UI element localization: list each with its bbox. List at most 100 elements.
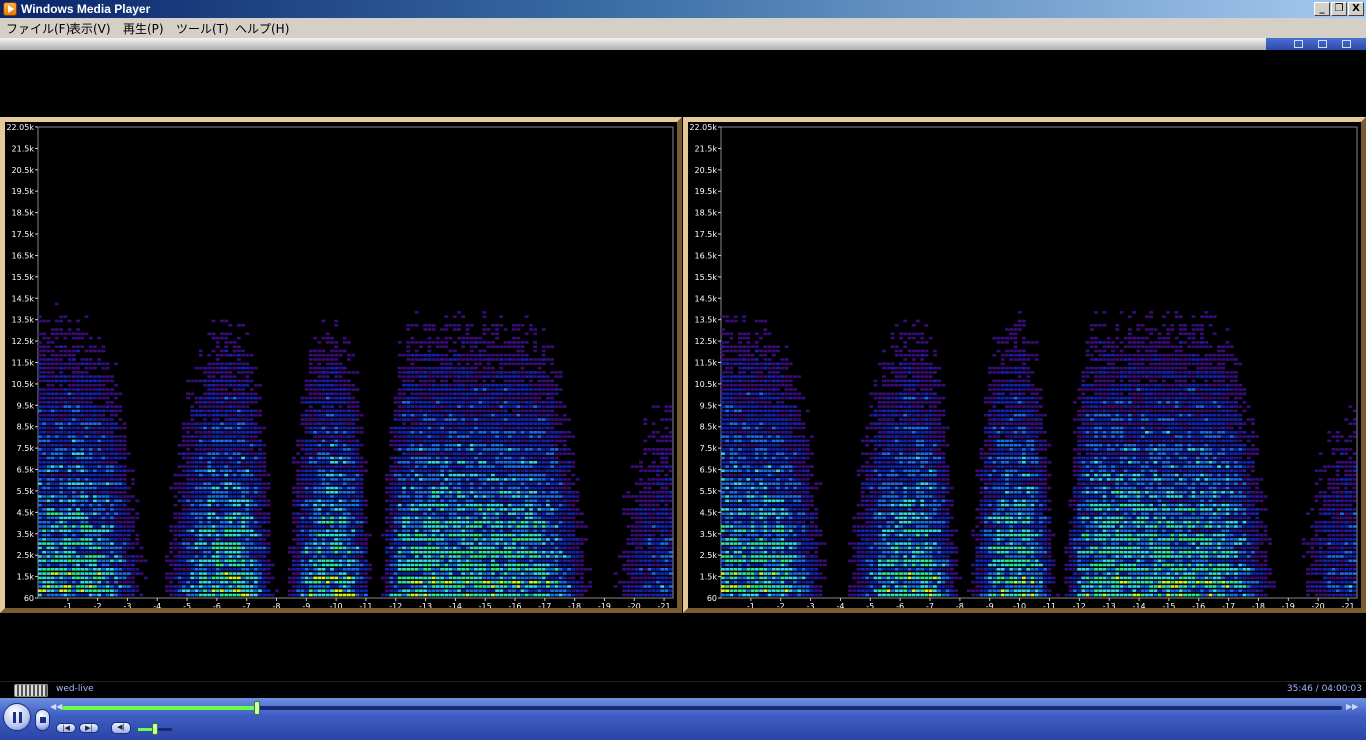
x-tick-label: -18 (1252, 602, 1265, 608)
x-tick-label: -3 (807, 602, 815, 608)
y-tick-label: 19.5k (695, 187, 718, 196)
seek-bar[interactable] (62, 701, 1342, 715)
menu-play[interactable]: 再生(P) (123, 20, 164, 37)
y-tick-label: 2.5k (700, 551, 718, 560)
x-tick-label: -4 (836, 602, 844, 608)
y-tick-label: 4.5k (700, 508, 718, 517)
x-tick-label: -6 (213, 602, 221, 608)
close-button[interactable]: X (1348, 2, 1364, 16)
y-tick-label: 7.5k (17, 444, 35, 453)
playback-controls: ◀◀ ▶▶ |◀ ▶| ◀| (0, 698, 1366, 740)
x-tick-label: -19 (598, 602, 611, 608)
y-tick-label: 18.5k (695, 209, 718, 218)
next-button[interactable]: ▶| (79, 723, 99, 733)
compact-mode-icon[interactable] (1318, 40, 1327, 48)
pause-button[interactable] (3, 703, 31, 731)
seek-progress (62, 706, 257, 710)
x-tick-label: -9 (986, 602, 994, 608)
x-tick-label: -9 (302, 602, 310, 608)
x-tick-label: -20 (628, 602, 641, 608)
volume-slider[interactable] (138, 723, 172, 735)
y-tick-label: 6.5k (700, 466, 718, 475)
y-tick-label: 21.5k (12, 144, 35, 153)
seek-back-icon: ◀◀ (50, 702, 63, 711)
seek-thumb[interactable] (253, 701, 260, 715)
x-tick-label: -7 (243, 602, 251, 608)
y-tick-label: 12.5k (695, 337, 718, 346)
menu-tools[interactable]: ツール(T) (176, 20, 229, 37)
y-tick-label: 20.5k (695, 166, 718, 175)
skin-mode-icon[interactable] (1294, 40, 1303, 48)
y-tick-label: 8.5k (700, 423, 718, 432)
y-tick-label: 7.5k (700, 444, 718, 453)
y-tick-label: 16.5k (695, 251, 718, 260)
x-tick-label: -16 (1192, 602, 1205, 608)
full-mode-icon[interactable] (1342, 40, 1351, 48)
y-tick-label: 5.5k (17, 487, 35, 496)
x-tick-label: -2 (94, 602, 102, 608)
y-tick-label: 3.5k (17, 530, 35, 539)
x-tick-label: -3 (123, 602, 131, 608)
y-tick-label: 11.5k (695, 359, 718, 368)
spectrogram-right-channel: 22.05k 21.5k 20.5k 19.5k 18.5k 17.5k 16.5k 15.5… (683, 117, 1366, 613)
y-tick-label: 13.5k (695, 316, 718, 325)
y-tick-label: 16.5k (12, 251, 35, 260)
y-tick-label: 8.5k (17, 423, 35, 432)
restore-button[interactable]: ❐ (1331, 2, 1347, 16)
y-tick-label: 14.5k (12, 294, 35, 303)
y-tick-label: 1.5k (700, 573, 718, 582)
menu-view[interactable]: 表示(V) (69, 20, 111, 37)
x-tick-label: -12 (1073, 602, 1086, 608)
y-tick-label: 11.5k (12, 359, 35, 368)
pause-icon (13, 712, 16, 723)
y-tick-label: 17.5k (12, 230, 35, 239)
x-tick-label: -20 (1312, 602, 1325, 608)
y-tick-label: 3.5k (700, 530, 718, 539)
y-tick-label: 15.5k (695, 273, 718, 282)
x-tick-label: -14 (1132, 602, 1145, 608)
y-tick-label: 12.5k (12, 337, 35, 346)
x-tick-label: -11 (359, 602, 372, 608)
x-tick-label: -12 (389, 602, 402, 608)
pause-icon-bar (19, 712, 22, 723)
x-tick-label: -21 (1342, 602, 1355, 608)
y-tick-label: 10.5k (12, 380, 35, 389)
x-tick-label: -10 (1013, 602, 1026, 608)
y-tick-label: 4.5k (17, 508, 35, 517)
y-tick-label: 60 (707, 594, 717, 603)
stop-icon (40, 717, 46, 723)
previous-button[interactable]: |◀ (56, 723, 76, 733)
y-tick-label: 22.05k (6, 123, 34, 132)
status-bar: wed-live 35:46 / 04:00:03 (0, 681, 1366, 698)
y-tick-label: 15.5k (12, 273, 35, 282)
x-tick-label: -8 (956, 602, 964, 608)
minimize-button[interactable]: _ (1314, 2, 1330, 16)
y-tick-label: 9.5k (700, 401, 718, 410)
mute-button[interactable]: ◀| (111, 722, 131, 734)
y-tick-label: 21.5k (695, 144, 718, 153)
y-tick-label: 2.5k (17, 551, 35, 560)
y-tick-label: 6.5k (17, 466, 35, 475)
y-tick-label: 22.05k (689, 123, 717, 132)
x-tick-label: -7 (926, 602, 934, 608)
x-tick-label: -14 (449, 602, 462, 608)
menu-file[interactable]: ファイル(F) (6, 20, 70, 37)
media-player-icon (3, 2, 17, 16)
spectrogram-right-svg: 22.05k 21.5k 20.5k 19.5k 18.5k 17.5k 16.5k 15.5… (689, 123, 1358, 608)
x-tick-label: -8 (273, 602, 281, 608)
seek-forward-icon: ▶▶ (1346, 702, 1359, 711)
x-tick-label: -17 (1222, 602, 1235, 608)
y-tick-label: 17.5k (695, 230, 718, 239)
taskbar-toggle[interactable] (14, 684, 48, 697)
y-tick-label: 18.5k (12, 209, 35, 218)
stop-button[interactable] (35, 709, 50, 731)
y-tick-label: 5.5k (700, 487, 718, 496)
volume-thumb[interactable] (152, 723, 158, 735)
title-bar: Windows Media Player _ ❐ X (0, 0, 1366, 18)
view-switcher (1266, 38, 1366, 50)
x-tick-label: -16 (508, 602, 521, 608)
x-tick-label: -19 (1282, 602, 1295, 608)
menu-help[interactable]: ヘルプ(H) (235, 20, 289, 37)
y-tick-label: 14.5k (695, 294, 718, 303)
y-tick-label: 9.5k (17, 401, 35, 410)
